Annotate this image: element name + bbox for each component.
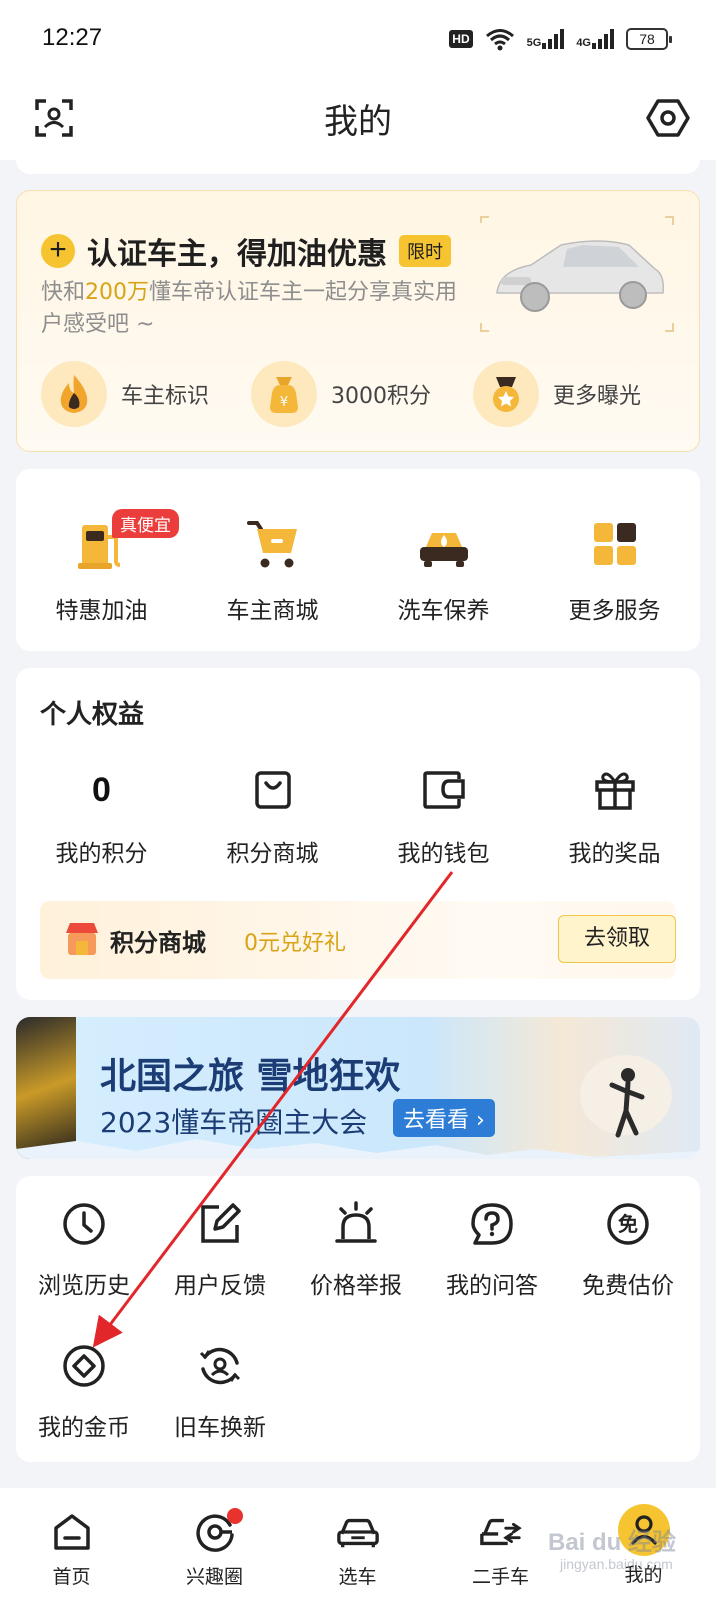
signal-5g-icon: 5G bbox=[527, 29, 565, 49]
claim-button[interactable]: 去领取 bbox=[558, 915, 676, 963]
money-bag-icon: ¥ bbox=[251, 361, 318, 427]
perk-owner-badge: 车主标识 bbox=[41, 361, 209, 427]
star-medal-icon bbox=[473, 361, 540, 427]
svg-text:免: 免 bbox=[618, 1212, 638, 1236]
free-valuation[interactable]: 免 免费估价 bbox=[560, 1200, 696, 1300]
flame-icon bbox=[41, 361, 107, 427]
personal-rights-card: 个人权益 0 我的积分 积分商城 我的钱包 我的奖品 积分商城 0元兑好礼 去领… bbox=[16, 668, 700, 1000]
svg-text:¥: ¥ bbox=[280, 395, 288, 410]
status-icons: HD 5G 4G 78 bbox=[449, 24, 672, 54]
nav-interest-circle[interactable]: 兴趣圈 bbox=[143, 1488, 286, 1600]
gift-icon bbox=[593, 768, 637, 812]
owner-certification-card[interactable]: + 认证车主，得加油优惠 限时 快和200万懂车帝认证车主一起分享真实用户感受吧… bbox=[16, 190, 700, 452]
car-wash-icon bbox=[416, 517, 472, 571]
signal-4g-icon: 4G bbox=[576, 29, 614, 49]
service-more[interactable]: 更多服务 bbox=[529, 517, 700, 625]
perk-list: 车主标识 ¥ 3000积分 更多曝光 bbox=[41, 361, 641, 427]
snow-figure-image bbox=[580, 1055, 672, 1138]
promo-highlight: 200万 bbox=[85, 280, 150, 305]
alarm-icon bbox=[332, 1200, 380, 1248]
cheap-badge: 真便宜 bbox=[112, 509, 179, 538]
page-header: 我的 bbox=[0, 80, 716, 160]
plus-icon: + bbox=[41, 234, 75, 268]
perk-points: ¥ 3000积分 bbox=[251, 361, 431, 427]
status-time: 12:27 bbox=[42, 24, 103, 51]
my-points[interactable]: 0 我的积分 bbox=[16, 768, 187, 868]
trade-in-icon bbox=[196, 1342, 244, 1390]
settings-icon bbox=[646, 99, 690, 137]
my-wallet[interactable]: 我的钱包 bbox=[358, 768, 529, 868]
clock-icon bbox=[60, 1200, 108, 1248]
points-value: 0 bbox=[92, 770, 111, 809]
hd-icon: HD bbox=[449, 30, 473, 48]
my-coins[interactable]: 我的金币 bbox=[16, 1342, 152, 1442]
baidu-watermark: Bai du 经验 bbox=[548, 1529, 677, 1556]
store-icon bbox=[62, 919, 102, 959]
tools-card: 浏览历史 用户反馈 价格举报 我的问答 免 免费估价 我的金币 旧车换新 bbox=[16, 1176, 700, 1462]
wifi-icon bbox=[485, 29, 514, 51]
baidu-watermark-url: jingyan.baidu.com bbox=[560, 1556, 673, 1572]
service-discount-fuel[interactable]: 真便宜 特惠加油 bbox=[16, 509, 187, 625]
car-illustration bbox=[479, 215, 675, 333]
event-banner[interactable]: 北国之旅 雪地狂欢 2023懂车帝圈主大会 去看看 › bbox=[16, 1017, 700, 1159]
nav-choose-car[interactable]: 选车 bbox=[286, 1488, 429, 1600]
question-icon bbox=[468, 1200, 516, 1248]
rights-title: 个人权益 bbox=[40, 700, 145, 730]
car-icon bbox=[336, 1510, 380, 1554]
status-bar: 12:27 HD 5G 4G 78 bbox=[0, 0, 716, 80]
free-icon: 免 bbox=[604, 1200, 652, 1248]
shopping-bag-icon bbox=[253, 768, 293, 812]
trade-in[interactable]: 旧车换新 bbox=[152, 1342, 288, 1442]
my-prizes[interactable]: 我的奖品 bbox=[529, 768, 700, 868]
event-title: 北国之旅 雪地狂欢 bbox=[100, 1056, 401, 1097]
coin-icon bbox=[60, 1342, 108, 1390]
edit-icon bbox=[196, 1200, 244, 1248]
promo-description: 快和200万懂车帝认证车主一起分享真实用户感受吧 ~ bbox=[41, 280, 458, 337]
browse-history[interactable]: 浏览历史 bbox=[16, 1200, 152, 1300]
points-mall[interactable]: 积分商城 bbox=[187, 768, 358, 868]
perk-exposure: 更多曝光 bbox=[473, 361, 641, 427]
header-strip bbox=[16, 160, 700, 174]
my-qa[interactable]: 我的问答 bbox=[424, 1200, 560, 1300]
nav-home[interactable]: 首页 bbox=[0, 1488, 143, 1600]
points-mall-banner[interactable]: 积分商城 0元兑好礼 去领取 bbox=[40, 901, 676, 979]
settings-button[interactable] bbox=[642, 92, 694, 144]
battery-icon: 78 bbox=[626, 28, 672, 50]
page-title: 我的 bbox=[324, 102, 392, 142]
limit-badge: 限时 bbox=[399, 235, 451, 267]
wallet-icon bbox=[421, 768, 467, 812]
user-feedback[interactable]: 用户反馈 bbox=[152, 1200, 288, 1300]
service-car-wash[interactable]: 洗车保养 bbox=[358, 517, 529, 625]
price-report[interactable]: 价格举报 bbox=[288, 1200, 424, 1300]
home-icon bbox=[50, 1510, 94, 1554]
grid-icon bbox=[587, 517, 643, 571]
promo-heading: + 认证车主，得加油优惠 限时 bbox=[41, 229, 451, 273]
shopping-cart-icon bbox=[245, 517, 301, 571]
promo-title: 认证车主，得加油优惠 bbox=[87, 237, 387, 272]
notification-dot bbox=[227, 1508, 243, 1524]
used-car-icon bbox=[479, 1510, 523, 1554]
services-card: 真便宜 特惠加油 车主商城 洗车保养 更多服务 bbox=[16, 469, 700, 651]
service-owner-mall[interactable]: 车主商城 bbox=[187, 517, 358, 625]
